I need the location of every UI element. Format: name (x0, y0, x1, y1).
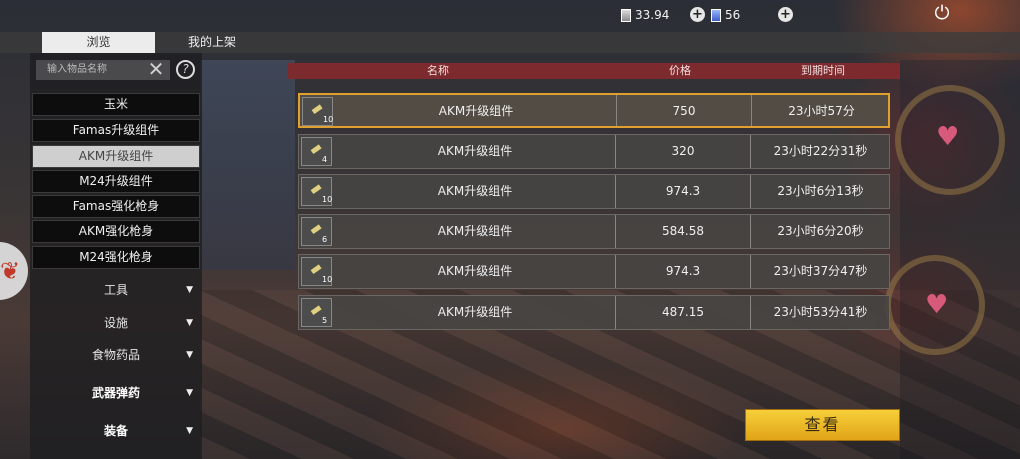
blue-gem-icon (711, 8, 721, 22)
header-expire: 到期时间 (801, 64, 845, 77)
chevron-down-icon: ▼ (186, 426, 193, 436)
help-icon[interactable]: ? (176, 60, 195, 79)
header-price: 价格 (669, 64, 691, 77)
chevron-down-icon: ▼ (186, 388, 193, 398)
category-food-medicine[interactable]: 食物药品 ▼ (32, 339, 200, 372)
category-facilities[interactable]: 设施 ▼ (32, 307, 200, 340)
close-icon[interactable]: ✕ (146, 58, 166, 80)
top-bar: 33.94 + 56 + ⏻ (0, 0, 1020, 32)
category-label: 工具 (103, 283, 128, 297)
item-price: 584.58 (615, 215, 750, 248)
add-silver-button[interactable]: + (690, 7, 705, 22)
item-name: AKM升级组件 (437, 144, 513, 158)
item-price: 974.3 (615, 175, 750, 208)
item-expire: 23小时57分 (751, 95, 891, 126)
tab-my-listings[interactable]: 我的上架 (172, 32, 252, 53)
item-name: AKM升级组件 (438, 104, 514, 118)
table-row[interactable]: ▬ 10 AKM升级组件 974.3 23小时6分13秒 (298, 174, 890, 209)
item-name: AKM升级组件 (437, 224, 513, 238)
table-row[interactable]: ▬ 10 AKM升级组件 750 23小时57分 (298, 93, 890, 128)
sidebar-item-famas-barrel[interactable]: Famas强化枪身 (32, 195, 200, 218)
item-price: 974.3 (615, 255, 750, 288)
category-weapons-ammo[interactable]: 武器弹药 ▼ (32, 377, 200, 410)
item-name: AKM升级组件 (437, 184, 513, 198)
item-quantity: 4 (322, 155, 328, 164)
table-row[interactable]: ▬ 6 AKM升级组件 584.58 23小时6分20秒 (298, 214, 890, 249)
item-price: 320 (615, 135, 750, 168)
item-expire: 23小时6分13秒 (750, 175, 890, 208)
item-quantity: 5 (322, 316, 328, 325)
category-tools[interactable]: 工具 ▼ (32, 274, 200, 307)
category-label: 设施 (103, 316, 128, 330)
power-icon[interactable]: ⏻ (931, 2, 953, 24)
silver-gem-icon (621, 8, 631, 22)
wing-icon: ❦ (0, 257, 21, 285)
item-quantity: 10 (322, 275, 333, 284)
side-emblem[interactable]: ❦ (0, 242, 28, 300)
chevron-down-icon: ▼ (186, 318, 193, 328)
item-expire: 23小时53分41秒 (750, 296, 890, 329)
table-row[interactable]: ▬ 5 AKM升级组件 487.15 23小时53分41秒 (298, 295, 890, 330)
category-equipment[interactable]: 装备 ▼ (32, 415, 200, 448)
chevron-down-icon: ▼ (186, 285, 193, 295)
item-price: 487.15 (615, 296, 750, 329)
category-label: 武器弹药 (91, 386, 140, 400)
item-icon: ▬ 4 (301, 137, 332, 166)
item-price: 750 (616, 95, 751, 126)
table-row[interactable]: ▬ 4 AKM升级组件 320 23小时22分31秒 (298, 134, 890, 169)
table-row[interactable]: ▬ 10 AKM升级组件 974.3 23小时37分47秒 (298, 254, 890, 289)
item-name: AKM升级组件 (437, 305, 513, 319)
category-label: 食物药品 (91, 348, 140, 362)
silver-currency: 33.94 (621, 8, 669, 22)
item-icon: ▬ 10 (302, 97, 333, 126)
tab-bar: 浏览 我的上架 (0, 32, 1020, 53)
heart-icon: ♥ (925, 290, 949, 320)
blue-currency: 56 (711, 8, 740, 22)
item-name: AKM升级组件 (437, 264, 513, 278)
blue-amount: 56 (725, 8, 741, 22)
item-quantity: 10 (323, 115, 334, 124)
item-icon: ▬ 10 (301, 257, 332, 286)
sidebar-item-corn[interactable]: 玉米 (32, 93, 200, 116)
background-building (200, 60, 295, 270)
heart-icon: ♥ (936, 122, 960, 152)
item-icon: ▬ 5 (301, 298, 332, 327)
view-button[interactable]: 查看 (745, 409, 900, 441)
item-expire: 23小时6分20秒 (750, 215, 890, 248)
item-icon: ▬ 6 (301, 217, 332, 246)
add-blue-button[interactable]: + (778, 7, 793, 22)
header-name: 名称 (427, 64, 449, 77)
table-header: 名称 价格 到期时间 (288, 63, 900, 79)
silver-amount: 33.94 (635, 8, 670, 22)
item-icon: ▬ 10 (301, 177, 332, 206)
sidebar-item-akm-upgrade[interactable]: AKM升级组件 (32, 145, 200, 168)
chevron-down-icon: ▼ (186, 350, 193, 360)
tab-browse[interactable]: 浏览 (42, 32, 155, 53)
item-quantity: 6 (322, 235, 328, 244)
item-expire: 23小时37分47秒 (750, 255, 890, 288)
sidebar-item-m24-upgrade[interactable]: M24升级组件 (32, 170, 200, 193)
sidebar-item-m24-barrel[interactable]: M24强化枪身 (32, 246, 200, 269)
item-expire: 23小时22分31秒 (750, 135, 890, 168)
category-label: 装备 (103, 424, 128, 438)
sidebar-item-akm-barrel[interactable]: AKM强化枪身 (32, 220, 200, 243)
sidebar-item-famas-upgrade[interactable]: Famas升级组件 (32, 119, 200, 142)
item-quantity: 10 (322, 195, 333, 204)
